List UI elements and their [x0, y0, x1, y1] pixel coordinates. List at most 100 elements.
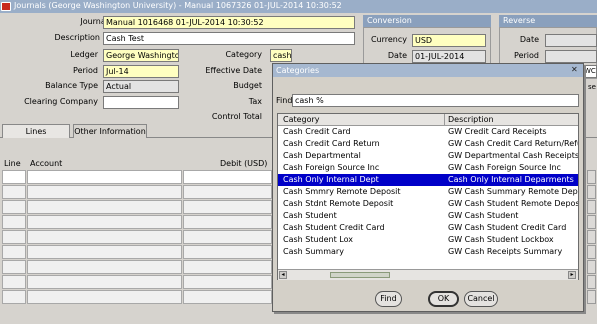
ledger-label: Ledger	[70, 50, 98, 59]
debit-cell[interactable]	[183, 275, 272, 289]
ledger-field[interactable]: George Washington	[103, 49, 179, 62]
cancel-button[interactable]: Cancel	[464, 291, 498, 307]
debit-cell[interactable]	[183, 260, 272, 274]
tab-other-information[interactable]: Other Information	[73, 124, 147, 138]
list-item[interactable]: Cash Credit Card GW Credit Card Receipts	[278, 126, 578, 138]
account-cell[interactable]	[27, 230, 182, 244]
list-item-category: Cash Smmry Remote Deposit	[283, 187, 401, 196]
row-selector[interactable]	[587, 275, 596, 289]
line-cell[interactable]	[2, 215, 26, 229]
list-item[interactable]: Cash Credit Card Return GW Cash Credit C…	[278, 138, 578, 150]
reverse-period-field[interactable]	[545, 50, 597, 63]
list-item-category: Cash Summary	[283, 247, 344, 256]
line-cell[interactable]	[2, 290, 26, 304]
journal-field[interactable]: Manual 1016468 01-JUL-2014 10:30:52	[103, 16, 355, 29]
reverse-header: Reverse	[499, 15, 597, 27]
row-selector[interactable]	[587, 260, 596, 274]
find-input[interactable]: cash %	[292, 94, 579, 107]
reverse-date-field[interactable]	[545, 34, 597, 47]
conversion-date-label: Date	[387, 51, 407, 60]
conversion-header: Conversion	[363, 15, 491, 27]
balance-type-label: Balance Type	[45, 81, 98, 90]
row-selector[interactable]	[587, 290, 596, 304]
row-selector[interactable]	[587, 245, 596, 259]
list-item[interactable]: Cash Summary GW Cash Receipts Summary	[278, 246, 578, 258]
list-item-description: GW Cash Student Lockbox	[448, 235, 554, 244]
list-item-category: Cash Stdnt Remote Deposit	[283, 199, 394, 208]
account-cell[interactable]	[27, 275, 182, 289]
line-cell[interactable]	[2, 170, 26, 184]
row-selector[interactable]	[587, 230, 596, 244]
account-cell[interactable]	[27, 260, 182, 274]
account-cell[interactable]	[27, 185, 182, 199]
line-cell[interactable]	[2, 275, 26, 289]
debit-cell[interactable]	[183, 290, 272, 304]
list-item[interactable]: Cash Smmry Remote Deposit GW Cash Summar…	[278, 186, 578, 198]
line-cell[interactable]	[2, 230, 26, 244]
debit-cell[interactable]	[183, 185, 272, 199]
list-item[interactable]: Cash Student GW Cash Student	[278, 210, 578, 222]
list-item[interactable]: Cash Foreign Source Inc GW Cash Foreign …	[278, 162, 578, 174]
row-selector[interactable]	[587, 185, 596, 199]
dialog-title-bar: Categories ✕	[273, 64, 583, 77]
close-icon[interactable]: ✕	[571, 65, 578, 74]
account-cell[interactable]	[27, 170, 182, 184]
row-selector[interactable]	[587, 170, 596, 184]
description-label: Description	[54, 33, 100, 42]
list-item[interactable]: Cash Stdnt Remote Deposit GW Cash Studen…	[278, 198, 578, 210]
reverse-partial-field-1[interactable]: WC	[583, 65, 597, 78]
debit-cell[interactable]	[183, 200, 272, 214]
row-selector[interactable]	[587, 215, 596, 229]
scroll-left-icon[interactable]: ◂	[279, 271, 287, 279]
line-column-header: Line	[4, 159, 21, 168]
currency-field[interactable]: USD	[412, 34, 486, 47]
category-column-header[interactable]: Category	[283, 115, 320, 124]
line-cell[interactable]	[2, 185, 26, 199]
window-title-bar: Journals (George Washington University) …	[0, 0, 597, 13]
category-field[interactable]: cash	[270, 49, 292, 62]
account-cell[interactable]	[27, 290, 182, 304]
line-cell[interactable]	[2, 200, 26, 214]
list-item-description: GW Cash Student	[448, 211, 519, 220]
horizontal-scrollbar[interactable]: ◂ ▸	[278, 269, 578, 280]
account-cell[interactable]	[27, 200, 182, 214]
debit-cell[interactable]	[183, 215, 272, 229]
account-cell[interactable]	[27, 245, 182, 259]
debit-cell[interactable]	[183, 245, 272, 259]
row-selector[interactable]	[587, 200, 596, 214]
line-cell[interactable]	[2, 260, 26, 274]
clearing-company-field[interactable]	[103, 96, 179, 109]
balance-type-field[interactable]: Actual	[103, 80, 179, 93]
list-item-selected[interactable]: Cash Only Internal Dept Cash Only Intern…	[278, 174, 578, 186]
line-cell[interactable]	[2, 245, 26, 259]
tab-lines[interactable]: Lines	[2, 124, 70, 138]
list-item[interactable]: Cash Student Lox GW Cash Student Lockbox	[278, 234, 578, 246]
conversion-date-field[interactable]: 01-JUL-2014	[412, 50, 486, 63]
scrollbar-thumb[interactable]	[330, 272, 390, 278]
period-field[interactable]: Jul-14	[103, 65, 179, 78]
ok-button[interactable]: OK	[428, 291, 459, 307]
description-field[interactable]: Cash Test	[103, 32, 355, 45]
list-item-category: Cash Foreign Source Inc	[283, 163, 380, 172]
find-label: Find	[276, 96, 293, 105]
list-item-category: Cash Departmental	[283, 151, 361, 160]
list-item[interactable]: Cash Departmental GW Departmental Cash R…	[278, 150, 578, 162]
list-item-description: GW Cash Credit Card Return/Refund	[448, 139, 578, 148]
currency-label: Currency	[370, 35, 407, 44]
clearing-company-label: Clearing Company	[24, 97, 98, 106]
list-item-description: Cash Only Internal Deparments	[448, 175, 574, 184]
oracle-app-icon	[1, 2, 11, 11]
list-item-description: GW Departmental Cash Receipts	[448, 151, 578, 160]
find-button[interactable]: Find	[375, 291, 402, 307]
account-cell[interactable]	[27, 215, 182, 229]
scroll-right-icon[interactable]: ▸	[568, 271, 576, 279]
reverse-date-label: Date	[519, 35, 539, 44]
window-title: Journals (George Washington University) …	[14, 1, 342, 10]
lines-table	[2, 170, 272, 310]
list-item[interactable]: Cash Student Credit Card GW Cash Student…	[278, 222, 578, 234]
list-item-description: GW Cash Foreign Source Inc	[448, 163, 561, 172]
description-column-header[interactable]: Description	[448, 115, 494, 124]
debit-cell[interactable]	[183, 230, 272, 244]
list-item-description: GW Cash Summary Remote Deposit	[448, 187, 578, 196]
debit-cell[interactable]	[183, 170, 272, 184]
